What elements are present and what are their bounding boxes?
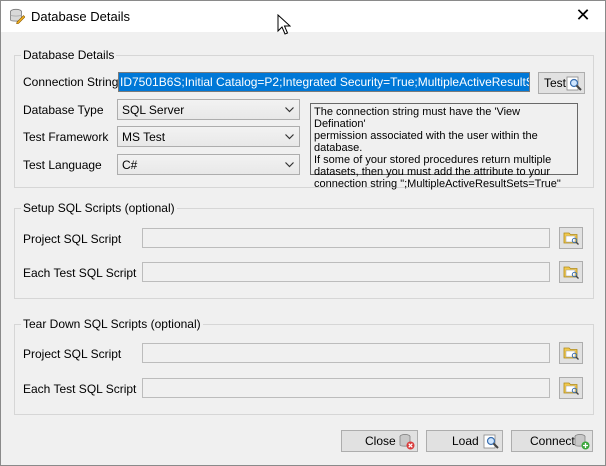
connection-info-box: The connection string must have the 'Vie… [310, 103, 578, 190]
connection-string-value: ID7501B6S;Initial Catalog=P2;Integrated … [119, 73, 529, 91]
connect-button[interactable]: Connect [511, 430, 593, 452]
setup-project-script-label: Project SQL Script [23, 232, 122, 246]
test-button-label: Test [544, 76, 567, 90]
setup-scripts-legend: Setup SQL Scripts (optional) [23, 201, 175, 215]
close-button-label: Close [365, 434, 396, 448]
chevron-down-icon [285, 162, 294, 168]
teardown-scripts-group: Tear Down SQL Scripts (optional) [14, 317, 594, 415]
test-framework-select[interactable]: MS Test [117, 126, 300, 147]
info-line: The connection string must have the 'Vie… [314, 106, 521, 130]
setup-each-script-label: Each Test SQL Script [23, 266, 137, 280]
database-type-select[interactable]: SQL Server [117, 99, 300, 120]
setup-scripts-group: Setup SQL Scripts (optional) [14, 201, 594, 299]
chevron-down-icon [285, 134, 294, 140]
magnifier-icon [566, 76, 582, 91]
teardown-each-script-input[interactable] [142, 378, 550, 398]
folder-icon [563, 266, 579, 279]
teardown-each-script-label: Each Test SQL Script [23, 382, 137, 396]
teardown-each-browse-button[interactable] [559, 377, 583, 399]
mouse-cursor-icon [277, 14, 291, 35]
teardown-scripts-legend: Tear Down SQL Scripts (optional) [23, 317, 201, 331]
database-add-icon [574, 434, 590, 450]
info-line: If some of your stored procedures return… [314, 154, 552, 166]
title-bar: Database Details ✕ [1, 1, 605, 32]
setup-each-script-input[interactable] [142, 262, 550, 282]
folder-icon [563, 232, 579, 245]
magnifier-icon [483, 434, 499, 449]
window-title: Database Details [31, 9, 130, 24]
test-connection-button[interactable]: Test [538, 72, 585, 94]
database-delete-icon [399, 434, 415, 450]
teardown-project-script-label: Project SQL Script [23, 347, 122, 361]
database-details-dialog: Database Details ✕ Database Details Conn… [0, 0, 606, 466]
load-button-label: Load [452, 434, 479, 448]
setup-each-browse-button[interactable] [559, 261, 583, 283]
info-line: datasets, then you must add the attribut… [314, 166, 551, 178]
database-type-value: SQL Server [122, 103, 185, 117]
connection-string-label: Connection String [23, 75, 119, 89]
info-line: permission associated with the user with… [314, 130, 538, 154]
folder-icon [563, 382, 579, 395]
teardown-project-browse-button[interactable] [559, 342, 583, 364]
test-language-value: C# [122, 158, 138, 172]
setup-project-script-input[interactable] [142, 228, 550, 248]
load-button[interactable]: Load [426, 430, 503, 452]
connection-string-input[interactable]: ID7501B6S;Initial Catalog=P2;Integrated … [118, 72, 530, 92]
test-language-label: Test Language [23, 158, 102, 172]
info-line: connection string ";MultipleActiveResult… [314, 178, 561, 190]
database-details-legend: Database Details [23, 48, 115, 62]
database-edit-icon [10, 8, 25, 24]
folder-icon [563, 347, 579, 360]
close-button[interactable]: Close [341, 430, 418, 452]
teardown-project-script-input[interactable] [142, 343, 550, 363]
database-type-label: Database Type [23, 103, 104, 117]
window-close-button[interactable]: ✕ [569, 4, 597, 28]
test-language-select[interactable]: C# [117, 154, 300, 175]
test-framework-label: Test Framework [23, 130, 109, 144]
setup-project-browse-button[interactable] [559, 227, 583, 249]
connect-button-label: Connect [530, 434, 575, 448]
test-framework-value: MS Test [122, 130, 166, 144]
chevron-down-icon [285, 107, 294, 113]
